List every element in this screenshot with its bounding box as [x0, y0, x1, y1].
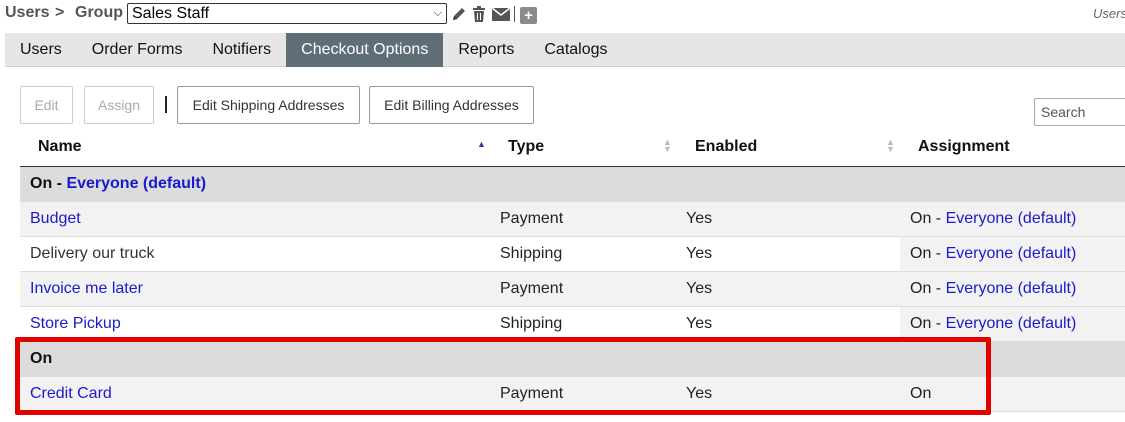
chevron-down-icon: ⌵: [433, 7, 442, 19]
breadcrumb-separator: >: [55, 4, 65, 21]
option-type: Shipping: [500, 245, 563, 262]
group-select-value: Sales Staff: [132, 5, 210, 22]
group-label: On: [30, 350, 53, 367]
option-enabled: Yes: [686, 385, 713, 402]
assignment-link[interactable]: Everyone (default): [946, 315, 1077, 332]
column-header-assignment[interactable]: Assignment: [918, 138, 1010, 156]
plus-icon[interactable]: +: [520, 7, 537, 24]
group-row: On: [20, 342, 1125, 377]
option-enabled: Yes: [686, 315, 713, 332]
sort-ascending-icon[interactable]: ▲: [477, 140, 486, 149]
column-header-enabled[interactable]: Enabled: [695, 138, 757, 156]
edit-billing-addresses-button[interactable]: Edit Billing Addresses: [369, 86, 534, 124]
search-input[interactable]: Search: [1034, 98, 1125, 126]
table-header: Name ▲ Type ▲ ▼ Enabled ▲ ▼ Assignment: [20, 130, 1125, 167]
group-label-prefix: On -: [30, 175, 67, 192]
option-type: Payment: [500, 385, 564, 402]
breadcrumb: Users > Group Sales Staff ⌵ + Users: [0, 0, 1125, 30]
assignment-prefix: On -: [910, 315, 946, 332]
option-type: Payment: [500, 210, 564, 227]
assign-button[interactable]: Assign: [84, 86, 154, 124]
group-assignment-link[interactable]: Everyone (default): [66, 175, 206, 192]
assignment-link[interactable]: Everyone (default): [946, 280, 1077, 297]
envelope-icon[interactable]: [491, 5, 511, 23]
trash-icon[interactable]: [471, 5, 487, 23]
assignment-prefix: On -: [910, 210, 946, 227]
table-row[interactable]: Store Pickup Shipping Yes On - Everyone …: [20, 307, 1125, 342]
option-name-link[interactable]: Credit Card: [30, 385, 112, 403]
sort-icon[interactable]: ▲ ▼: [886, 138, 895, 154]
assignment-link[interactable]: Everyone (default): [946, 210, 1077, 227]
edit-shipping-addresses-button[interactable]: Edit Shipping Addresses: [177, 86, 360, 124]
checkout-options-table: Name ▲ Type ▲ ▼ Enabled ▲ ▼ Assignment On …: [20, 130, 1125, 412]
option-name-link[interactable]: Store Pickup: [30, 315, 121, 333]
tab-catalogs[interactable]: Catalogs: [529, 33, 622, 67]
option-name-link[interactable]: Budget: [30, 210, 81, 228]
tab-users[interactable]: Users: [5, 33, 77, 67]
breadcrumb-users-link[interactable]: Users: [5, 4, 49, 22]
tab-notifiers[interactable]: Notifiers: [197, 33, 286, 67]
breadcrumb-group-label: Group: [75, 4, 123, 21]
table-row[interactable]: Delivery our truck Shipping Yes On - Eve…: [20, 237, 1125, 272]
column-header-type[interactable]: Type: [508, 138, 544, 156]
option-assignment: On - Everyone (default): [910, 280, 1076, 298]
tab-checkout-options[interactable]: Checkout Options: [286, 33, 444, 67]
group-row: On - Everyone (default): [20, 167, 1125, 202]
option-enabled: Yes: [686, 280, 713, 297]
tab-reports[interactable]: Reports: [443, 33, 529, 67]
tab-order-forms[interactable]: Order Forms: [77, 33, 198, 67]
option-name-link[interactable]: Invoice me later: [30, 280, 143, 298]
group-label: On - Everyone (default): [30, 175, 206, 193]
toolbar-divider: [514, 6, 515, 22]
table-row[interactable]: Invoice me later Payment Yes On - Everyo…: [20, 272, 1125, 307]
option-assignment: On - Everyone (default): [910, 245, 1076, 263]
option-name: Delivery our truck: [30, 245, 155, 262]
assignment-link[interactable]: Everyone (default): [946, 245, 1077, 262]
option-enabled: Yes: [686, 245, 713, 262]
edit-button[interactable]: Edit: [20, 86, 73, 124]
option-assignment: On - Everyone (default): [910, 210, 1076, 228]
option-assignment: On - Everyone (default): [910, 315, 1076, 333]
users-label: Users: [1093, 6, 1125, 21]
pencil-icon[interactable]: [450, 5, 468, 23]
assignment-prefix: On -: [910, 245, 946, 262]
option-assignment: On: [910, 385, 932, 402]
table-row[interactable]: Credit Card Payment Yes On: [20, 377, 1125, 412]
option-type: Shipping: [500, 315, 563, 332]
option-type: Payment: [500, 280, 564, 297]
assignment-prefix: On -: [910, 280, 946, 297]
sort-icon[interactable]: ▲ ▼: [663, 138, 672, 154]
table-row[interactable]: Budget Payment Yes On - Everyone (defaul…: [20, 202, 1125, 237]
action-divider: [165, 96, 167, 113]
tab-bar: Users Order Forms Notifiers Checkout Opt…: [5, 33, 1125, 67]
option-enabled: Yes: [686, 210, 713, 227]
column-header-name[interactable]: Name: [38, 138, 82, 156]
group-select[interactable]: Sales Staff ⌵: [127, 3, 447, 24]
